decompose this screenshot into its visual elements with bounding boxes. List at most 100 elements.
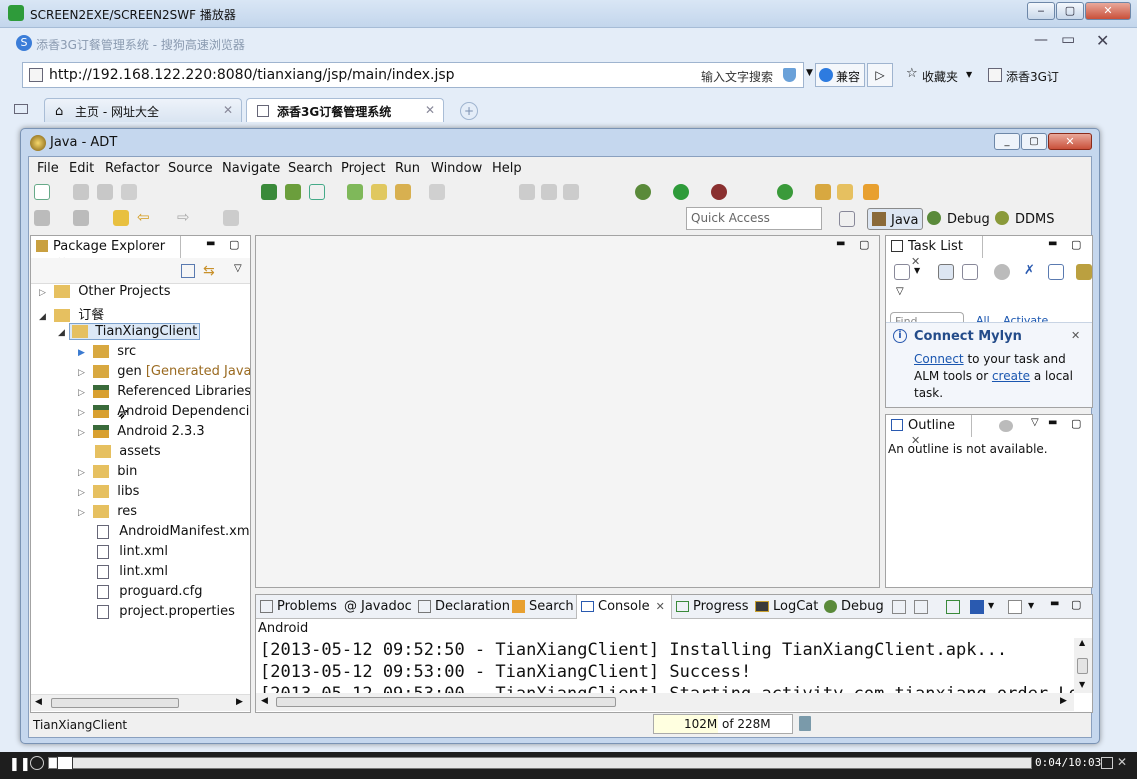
new-class-icon[interactable] (777, 184, 793, 200)
tab-search[interactable]: Search (512, 599, 574, 614)
menu-search[interactable]: Search (288, 161, 333, 176)
console-open-icon[interactable] (1008, 600, 1022, 614)
fit-window-icon[interactable] (1101, 757, 1113, 769)
tree-item-other-projects[interactable]: ▷ Other Projects (39, 284, 171, 299)
menu-source[interactable]: Source (168, 161, 213, 176)
go-button[interactable]: ▷ (867, 63, 893, 87)
create-link[interactable]: create (992, 369, 1030, 383)
run-icon[interactable] (673, 184, 689, 200)
collapse-icon[interactable]: ◢ (58, 328, 65, 338)
scroll-left-icon[interactable]: ◀ (35, 697, 42, 707)
expand-icon[interactable]: ▷ (78, 428, 85, 438)
refactor-icon[interactable] (395, 184, 411, 200)
tab-javadoc[interactable]: @ Javadoc (344, 599, 412, 614)
tab-home[interactable]: ⌂ 主页 - 网址大全 ✕ (44, 98, 242, 122)
player-maximize-button[interactable]: ▢ (1056, 2, 1084, 20)
outline-sync-icon[interactable] (999, 420, 1013, 432)
tree-item-res[interactable]: ▷ res (78, 504, 137, 519)
tab-logcat[interactable]: LogCat (755, 599, 818, 614)
console-clear-icon[interactable] (892, 600, 906, 614)
fav-item[interactable]: 添香3G订 (1006, 68, 1059, 85)
perspective-ddms[interactable]: DDMS (995, 208, 1059, 230)
new-icon[interactable] (34, 184, 50, 200)
resume-icon[interactable] (519, 184, 535, 200)
expand-icon[interactable]: ▷ (78, 368, 85, 378)
tree-item-proguard[interactable]: proguard.cfg (78, 584, 202, 599)
open-type-icon[interactable] (815, 184, 831, 200)
volume-icon[interactable] (30, 756, 44, 770)
filter-all-link[interactable]: All (976, 314, 990, 322)
tab-problems[interactable]: Problems (260, 599, 337, 614)
new-xml-icon[interactable] (371, 184, 387, 200)
link-editor-icon[interactable]: ⇆ (203, 263, 215, 279)
scroll-up-icon[interactable]: ▲ (1079, 638, 1085, 647)
task-list-tab[interactable]: Task List ✕ (886, 236, 983, 268)
console-close-icon[interactable]: ✕ (656, 600, 665, 613)
package-explorer-hscrollbar[interactable]: ◀ ▶ (31, 694, 250, 711)
back-icon[interactable]: ⇦ (137, 210, 153, 226)
tree-item-manifest[interactable]: AndroidManifest.xml (78, 524, 250, 539)
avd-manager-icon[interactable] (285, 184, 301, 200)
tree-item-lint[interactable]: lint.xml (78, 544, 168, 559)
browser-minimize-button[interactable]: — (1034, 32, 1048, 48)
tree-item-libs[interactable]: ▷ libs (78, 484, 139, 499)
new-task-dropdown-icon[interactable]: ▼ (914, 266, 920, 275)
gc-trash-icon[interactable] (799, 716, 811, 731)
open-folder-icon[interactable] (837, 184, 853, 200)
browser-close-button[interactable]: ✕ (1096, 31, 1109, 50)
new-tab-icon[interactable]: + (460, 102, 478, 120)
address-dropdown-icon[interactable]: ▼ (806, 68, 813, 78)
next-annotation-icon[interactable] (34, 210, 50, 226)
open-perspective-icon[interactable] (839, 211, 855, 227)
view-minimize-icon[interactable]: ▬ (206, 238, 215, 249)
tree-item-project-properties[interactable]: project.properties (78, 604, 235, 619)
tree-item-android-sdk[interactable]: ▷ Android 2.3.3 (78, 424, 205, 439)
activate-link[interactable]: Activate... (1003, 314, 1059, 322)
player-close-button[interactable]: ✕ (1085, 2, 1131, 20)
menu-run[interactable]: Run (395, 161, 420, 176)
categorized-icon[interactable] (938, 264, 954, 280)
tab-debug[interactable]: Debug (824, 599, 884, 614)
outline-tab[interactable]: Outline ✕ (886, 415, 972, 447)
compat-button[interactable]: 兼容 (815, 63, 865, 87)
playback-thumb[interactable] (57, 756, 73, 770)
tree-item-gen[interactable]: ▷ gen [Generated Java Fil (78, 364, 250, 379)
expand-icon[interactable]: ▷ (78, 408, 85, 418)
tab-active-close-icon[interactable]: ✕ (425, 103, 435, 117)
tree-item-src[interactable]: ▶ src (78, 344, 136, 359)
console-display-icon[interactable] (970, 600, 984, 614)
expand-icon[interactable]: ▷ (78, 388, 85, 398)
url-text[interactable]: http://192.168.122.220:8080/tianxiang/js… (49, 67, 455, 83)
menu-navigate[interactable]: Navigate (222, 161, 280, 176)
connect-link[interactable]: Connect (914, 352, 964, 366)
outline-maximize-icon[interactable]: ▢ (1071, 417, 1081, 430)
editor-minimize-icon[interactable]: ▬ (836, 238, 845, 249)
print-icon[interactable] (121, 184, 137, 200)
skip-breakpoints-icon[interactable] (429, 184, 445, 200)
collapse-all-icon[interactable] (181, 264, 195, 278)
expand-icon[interactable]: ▷ (78, 468, 85, 478)
sdk-manager-icon[interactable] (261, 184, 277, 200)
tab-active[interactable]: 添香3G订餐管理系统 ✕ (246, 98, 444, 122)
expand-icon[interactable]: ▶ (78, 348, 85, 358)
hide-completed-icon[interactable]: ✗ (1024, 264, 1040, 280)
package-explorer-tab[interactable]: Package Explorer ✕ (31, 236, 181, 268)
perspective-java[interactable]: Java (867, 208, 923, 230)
prev-annotation-icon[interactable] (73, 210, 89, 226)
console-maximize-icon[interactable]: ▢ (1071, 598, 1081, 611)
outline-minimize-icon[interactable]: ▬ (1048, 417, 1057, 428)
run-external-icon[interactable] (711, 184, 727, 200)
task-list-menu-icon[interactable]: ▽ (896, 286, 904, 297)
scroll-down-icon[interactable]: ▼ (1079, 680, 1085, 689)
debug-icon[interactable] (635, 184, 651, 200)
tab-progress[interactable]: Progress (676, 599, 748, 614)
eclipse-maximize-button[interactable]: ▢ (1021, 133, 1047, 150)
sidebar-toggle-icon[interactable] (14, 104, 28, 114)
search-hint[interactable]: 输入文字搜索 (701, 68, 773, 85)
tab-declaration[interactable]: Declaration (418, 599, 510, 614)
tree-item-working-set[interactable]: ◢ 订餐 (39, 304, 104, 323)
lint-check-icon[interactable] (309, 184, 325, 200)
last-edit-icon[interactable] (113, 210, 129, 226)
console-vscroll-thumb[interactable] (1077, 658, 1088, 674)
pause-button[interactable]: ❚❚ (9, 757, 31, 772)
